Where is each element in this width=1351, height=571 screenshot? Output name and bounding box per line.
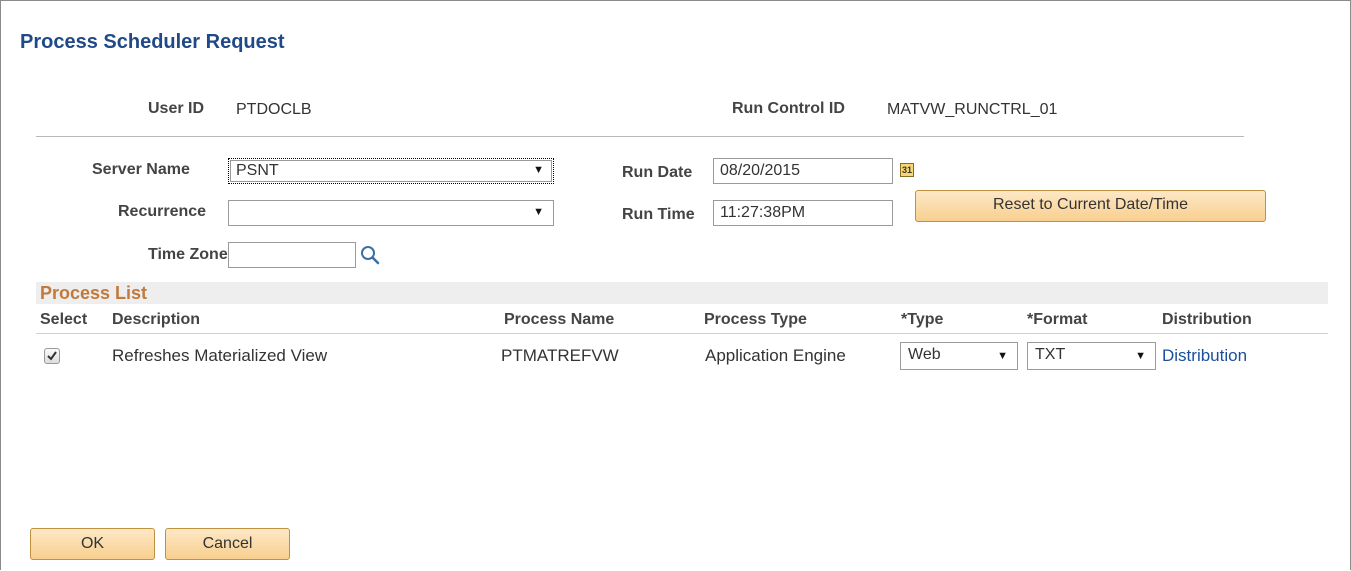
run-date-label: Run Date — [622, 164, 693, 181]
format-value: TXT — [1035, 346, 1066, 363]
column-header-process-type: Process Type — [704, 311, 807, 328]
select-checkbox[interactable] — [44, 348, 60, 364]
recurrence-select[interactable]: ▼ — [228, 200, 554, 226]
run-time-input[interactable]: 11:27:38PM — [713, 200, 893, 226]
check-icon — [47, 351, 57, 361]
distribution-link[interactable]: Distribution — [1162, 346, 1247, 366]
column-header-select: Select — [40, 311, 88, 328]
server-name-select[interactable]: PSNT ▼ — [228, 158, 554, 184]
run-time-label: Run Time — [622, 206, 695, 223]
column-header-type: *Type — [901, 311, 944, 328]
user-id-value: PTDOCLB — [236, 101, 312, 118]
user-id-label: User ID — [148, 100, 205, 117]
run-control-id-label: Run Control ID — [732, 100, 845, 117]
description-cell: Refreshes Materialized View — [112, 346, 328, 365]
column-header-distribution: Distribution — [1162, 311, 1252, 328]
column-header-format: *Format — [1027, 311, 1088, 328]
column-header-description: Description — [112, 311, 201, 328]
run-date-input[interactable]: 08/20/2015 — [713, 158, 893, 184]
time-zone-input[interactable] — [228, 242, 356, 268]
calendar-icon[interactable]: 31 — [900, 163, 914, 177]
chevron-down-icon: ▼ — [533, 164, 544, 176]
table-row: Refreshes Materialized View PTMATREFVW A… — [36, 337, 1328, 377]
column-header-process-name: Process Name — [504, 311, 615, 328]
format-select[interactable]: TXT ▼ — [1027, 342, 1156, 370]
type-select[interactable]: Web ▼ — [900, 342, 1018, 370]
process-name-cell: PTMATREFVW — [501, 346, 619, 365]
cancel-button[interactable]: Cancel — [165, 528, 290, 560]
page-title: Process Scheduler Request — [20, 31, 285, 53]
server-name-value: PSNT — [236, 162, 279, 179]
process-list-header: Select Description Process Name Process … — [36, 306, 1328, 334]
reset-to-current-datetime-button[interactable]: Reset to Current Date/Time — [915, 190, 1266, 222]
chevron-down-icon: ▼ — [533, 206, 544, 218]
process-list-title: Process List — [36, 282, 1328, 304]
type-value: Web — [908, 346, 941, 363]
recurrence-label: Recurrence — [118, 203, 207, 220]
chevron-down-icon: ▼ — [997, 350, 1008, 362]
chevron-down-icon: ▼ — [1135, 350, 1146, 362]
header-divider — [36, 136, 1244, 137]
server-name-label: Server Name — [92, 161, 190, 178]
search-icon[interactable] — [359, 244, 381, 266]
process-type-cell: Application Engine — [705, 346, 846, 365]
ok-button[interactable]: OK — [30, 528, 155, 560]
time-zone-label: Time Zone — [148, 246, 228, 263]
run-control-id-value: MATVW_RUNCTRL_01 — [887, 101, 1058, 118]
